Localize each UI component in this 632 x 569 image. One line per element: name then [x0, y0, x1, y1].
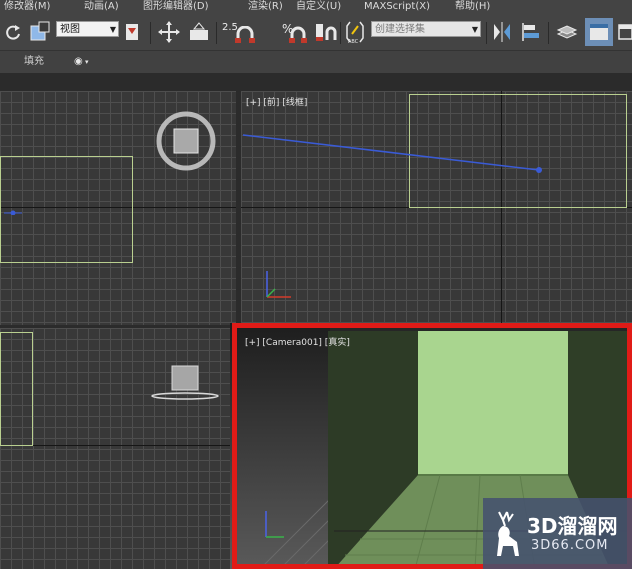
toolbar-separator — [216, 22, 217, 44]
viewport-front[interactable]: [+] [前] [线框] — [241, 91, 632, 325]
reference-coordinate-dropdown[interactable]: 视图 ▼ — [56, 21, 119, 37]
room-box-outline[interactable] — [0, 332, 33, 446]
ribbon-panel: 填充 ◉ ▾ — [0, 51, 632, 73]
named-selection-set-placeholder: 创建选择集 — [375, 24, 425, 35]
deer-logo-icon — [497, 511, 519, 556]
reference-coordinate-value: 视图 — [60, 24, 80, 35]
camera-line[interactable] — [241, 129, 551, 177]
named-selection-set-dropdown[interactable]: 创建选择集 ▼ — [371, 21, 481, 37]
menu-animation[interactable]: 动画(A) — [84, 0, 119, 14]
viewcube-icon[interactable] — [154, 109, 218, 173]
menu-graph-editors[interactable]: 图形编辑器(D) — [143, 0, 209, 14]
chevron-down-icon: ▼ — [109, 25, 116, 34]
toolbar-separator — [340, 22, 341, 44]
menu-rendering[interactable]: 渲染(R) — [248, 0, 283, 14]
toolbar-separator — [486, 22, 487, 44]
viewport-camera-label[interactable]: [+] [Camera001] [真实] — [245, 335, 350, 348]
ribbon-toggle-icon[interactable] — [617, 20, 632, 44]
layer-manager-icon[interactable] — [555, 20, 579, 44]
viewport-left[interactable] — [0, 328, 230, 569]
viewport-top[interactable] — [0, 91, 236, 325]
ribbon-fill-tab[interactable]: 填充 — [24, 51, 44, 73]
redo-icon[interactable] — [2, 20, 24, 44]
watermark-brand: 3D溜溜网 — [527, 514, 618, 538]
edit-named-selection-icon[interactable]: ABC — [344, 20, 366, 44]
select-and-link-icon[interactable] — [28, 20, 52, 44]
viewport-front-label[interactable]: [+] [前] [线框] — [246, 95, 307, 108]
svg-text:ABC: ABC — [348, 39, 359, 44]
camera-object-icon[interactable] — [150, 364, 220, 404]
axis-tripod-icon — [266, 271, 291, 298]
grid-axis-horizontal — [0, 445, 230, 446]
ribbon-options-dropdown[interactable]: ◉ ▾ — [74, 51, 88, 73]
named-selection-icon[interactable] — [123, 20, 145, 44]
toolbar-separator — [548, 22, 549, 44]
chevron-down-icon: ▾ — [82, 58, 89, 66]
chevron-down-icon: ▼ — [471, 25, 478, 34]
menu-help[interactable]: 帮助(H) — [455, 0, 490, 14]
spinner-snap-icon[interactable] — [313, 20, 337, 44]
axis-tripod-icon — [265, 511, 284, 538]
menu-maxscript[interactable]: MAXScript(X) — [364, 0, 430, 14]
menu-bar: 修改器(M) 动画(A) 图形编辑器(D) 渲染(R) 自定义(U) MAXSc… — [0, 0, 632, 14]
align-icon[interactable] — [520, 20, 542, 44]
angle-snap-icon[interactable] — [234, 26, 256, 44]
viewport-area-top-border — [0, 73, 632, 91]
eye-icon: ◉ — [74, 56, 83, 67]
camera-target-marker[interactable] — [4, 207, 24, 215]
scene-explorer-icon[interactable] — [585, 18, 613, 46]
menu-customize[interactable]: 自定义(U) — [296, 0, 341, 14]
main-toolbar: 视图 ▼ 2.5 % ABC 创建选择集 ▼ — [0, 14, 632, 51]
toolbar-separator — [150, 22, 151, 44]
watermark: 3D溜溜网 3D66.COM — [483, 498, 632, 569]
watermark-domain: 3D66.COM — [531, 538, 609, 553]
percent-snap-icon[interactable] — [288, 26, 308, 44]
mirror-icon[interactable] — [491, 20, 513, 44]
menu-modifiers[interactable]: 修改器(M) — [4, 0, 50, 14]
move-icon[interactable] — [157, 20, 181, 44]
place-icon[interactable] — [187, 20, 211, 44]
